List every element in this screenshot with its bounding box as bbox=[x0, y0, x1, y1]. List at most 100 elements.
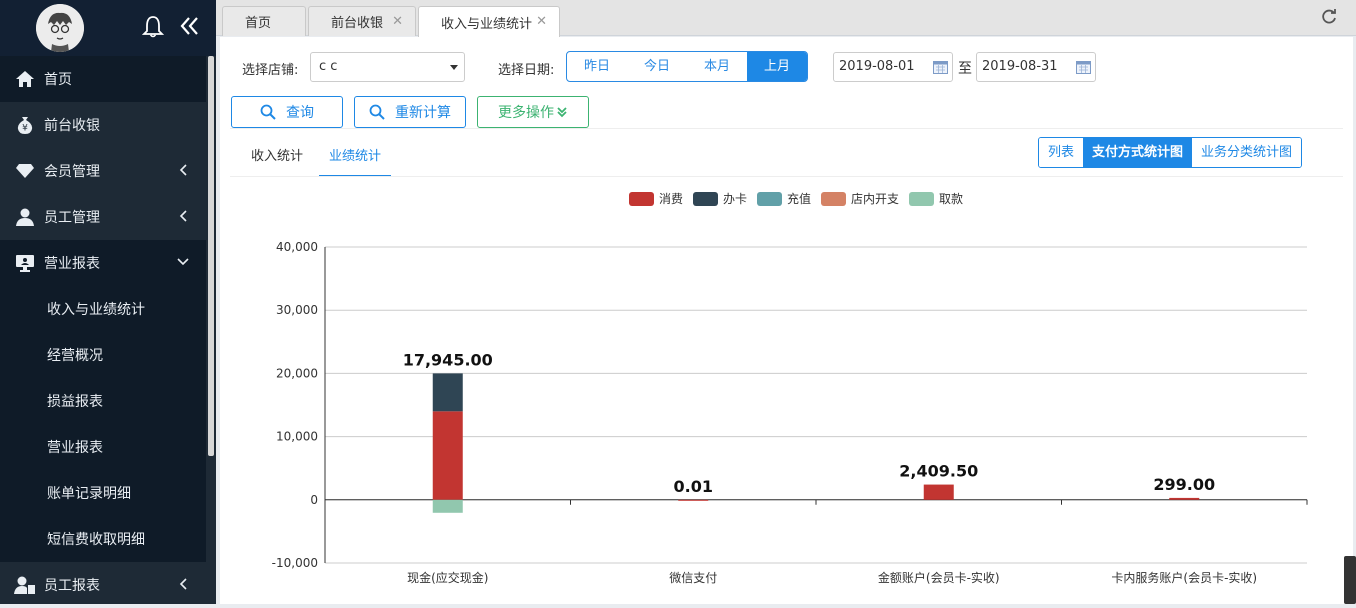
sidebar-nav: 首页 ¥ 前台收银 会员管理 员工管理 营业报表 收入与业绩统计 经营概况 损益… bbox=[0, 56, 216, 608]
refresh-icon[interactable] bbox=[1320, 8, 1338, 26]
page-scrollbar[interactable] bbox=[1344, 556, 1356, 604]
double-chevron-down-icon bbox=[557, 107, 567, 118]
chevron-left-icon bbox=[179, 578, 187, 590]
tab-home[interactable]: 首页 bbox=[222, 6, 306, 36]
calendar-icon[interactable] bbox=[933, 60, 948, 74]
to-label: 至 bbox=[958, 61, 972, 77]
sidebar-subitem-label: 经营概况 bbox=[47, 348, 103, 364]
view-payment-chart-button[interactable]: 支付方式统计图 bbox=[1083, 138, 1193, 167]
sidebar-item-label: 前台收银 bbox=[44, 118, 100, 134]
search-icon bbox=[369, 104, 385, 120]
legend-swatch bbox=[693, 192, 718, 206]
sidebar: 首页 ¥ 前台收银 会员管理 员工管理 营业报表 收入与业绩统计 经营概况 损益… bbox=[0, 0, 216, 604]
query-button[interactable]: 查询 bbox=[231, 96, 343, 128]
money-bag-icon: ¥ bbox=[14, 114, 36, 136]
bar-total-label: 2,409.50 bbox=[899, 462, 978, 481]
y-tick-label: 10,000 bbox=[276, 430, 318, 444]
tab-income[interactable]: 收入统计 bbox=[251, 147, 303, 177]
date-to-value: 2019-08-31 bbox=[982, 59, 1058, 74]
store-select-value: c c bbox=[319, 59, 338, 74]
diamond-icon bbox=[14, 160, 36, 182]
caret-down-icon bbox=[450, 65, 458, 70]
tab-label: 前台收银 bbox=[331, 16, 384, 31]
legend-label: 办卡 bbox=[723, 191, 747, 206]
collapse-icon[interactable] bbox=[178, 14, 202, 38]
user-icon bbox=[14, 206, 36, 228]
bar-total-label: 17,945.00 bbox=[403, 350, 493, 369]
sidebar-subitem-profit[interactable]: 损益报表 bbox=[0, 378, 216, 424]
sidebar-item-label: 员工报表 bbox=[44, 578, 100, 594]
bar-segment bbox=[923, 484, 954, 500]
tab-bar: 首页 前台收银 ✕ 收入与业绩统计 ✕ bbox=[216, 0, 1356, 37]
legend-swatch bbox=[757, 192, 782, 206]
sidebar-subitem-overview[interactable]: 经营概况 bbox=[0, 332, 216, 378]
x-category-label: 现金(应交现金) bbox=[407, 570, 488, 585]
sidebar-item-staff[interactable]: 员工管理 bbox=[0, 194, 216, 240]
close-icon[interactable]: ✕ bbox=[536, 14, 547, 29]
store-label: 选择店铺: bbox=[242, 63, 299, 78]
view-list-button[interactable]: 列表 bbox=[1039, 138, 1084, 167]
search-icon bbox=[260, 104, 276, 120]
tab-label: 收入与业绩统计 bbox=[441, 16, 533, 32]
legend-label: 店内开支 bbox=[851, 192, 899, 206]
sidebar-item-staff-reports[interactable]: 员工报表 bbox=[0, 562, 216, 608]
chevron-down-icon bbox=[177, 258, 189, 266]
bell-icon[interactable] bbox=[142, 14, 164, 38]
store-select[interactable]: c c bbox=[310, 52, 465, 82]
sidebar-subitem-label: 损益报表 bbox=[47, 394, 103, 410]
sidebar-subitem-business[interactable]: 营业报表 bbox=[0, 424, 216, 470]
legend-label: 取款 bbox=[939, 192, 963, 206]
tab-label: 首页 bbox=[245, 16, 272, 31]
y-tick-label: 0 bbox=[310, 493, 318, 507]
avatar[interactable] bbox=[36, 4, 84, 52]
tab-cashier[interactable]: 前台收银 ✕ bbox=[308, 6, 416, 36]
date-label: 选择日期: bbox=[498, 63, 555, 78]
sidebar-scrollbar[interactable] bbox=[206, 56, 216, 604]
home-icon bbox=[14, 68, 36, 90]
divider bbox=[230, 128, 1343, 129]
sidebar-subitem-bills[interactable]: 账单记录明细 bbox=[0, 470, 216, 516]
legend-label: 充值 bbox=[787, 191, 811, 206]
tab-income-stats[interactable]: 收入与业绩统计 ✕ bbox=[418, 6, 560, 37]
user-report-icon bbox=[14, 574, 36, 596]
y-tick-label: -10,000 bbox=[272, 556, 318, 570]
recalculate-button-label: 重新计算 bbox=[395, 105, 451, 121]
sidebar-item-reports[interactable]: 营业报表 bbox=[0, 240, 216, 286]
legend-swatch bbox=[629, 192, 654, 206]
sidebar-subitem-sms[interactable]: 短信费收取明细 bbox=[0, 516, 216, 562]
chevron-left-icon bbox=[179, 210, 187, 222]
more-actions-label: 更多操作 bbox=[498, 105, 554, 121]
tab-performance[interactable]: 业绩统计 bbox=[319, 147, 392, 177]
date-to-field[interactable]: 2019-08-31 bbox=[976, 52, 1096, 82]
legend-swatch bbox=[821, 192, 846, 206]
sidebar-item-label: 员工管理 bbox=[44, 210, 100, 226]
sidebar-subitem-label: 账单记录明细 bbox=[47, 486, 131, 502]
date-from-value: 2019-08-01 bbox=[839, 59, 915, 74]
range-this-month-button[interactable]: 本月 bbox=[687, 52, 747, 81]
calendar-icon[interactable] bbox=[1076, 60, 1091, 74]
sidebar-item-home[interactable]: 首页 bbox=[0, 56, 216, 102]
sidebar-header bbox=[0, 0, 216, 56]
sidebar-item-cashier[interactable]: ¥ 前台收银 bbox=[0, 102, 216, 148]
view-category-chart-button[interactable]: 业务分类统计图 bbox=[1192, 138, 1302, 167]
sidebar-subitem-label: 收入与业绩统计 bbox=[47, 302, 145, 318]
bar-total-label: 0.01 bbox=[674, 477, 713, 496]
main-panel: 选择店铺: c c 选择日期: 昨日 今日 本月 上月 2019-08-01 至… bbox=[220, 37, 1353, 604]
query-button-label: 查询 bbox=[286, 105, 314, 121]
bar-segment bbox=[432, 411, 463, 500]
scrollbar-thumb[interactable] bbox=[208, 56, 214, 456]
svg-text:¥: ¥ bbox=[22, 124, 28, 134]
sidebar-subitem-income[interactable]: 收入与业绩统计 bbox=[0, 286, 216, 332]
chevron-left-icon bbox=[179, 164, 187, 176]
legend-swatch bbox=[909, 192, 934, 206]
range-today-button[interactable]: 今日 bbox=[627, 52, 687, 81]
more-actions-button[interactable]: 更多操作 bbox=[477, 96, 589, 128]
range-yesterday-button[interactable]: 昨日 bbox=[567, 52, 627, 81]
sidebar-item-label: 会员管理 bbox=[44, 164, 100, 180]
legend-label: 消费 bbox=[659, 192, 683, 206]
recalculate-button[interactable]: 重新计算 bbox=[354, 96, 466, 128]
range-last-month-button[interactable]: 上月 bbox=[747, 52, 807, 81]
date-from-field[interactable]: 2019-08-01 bbox=[833, 52, 953, 82]
close-icon[interactable]: ✕ bbox=[392, 14, 403, 29]
sidebar-item-members[interactable]: 会员管理 bbox=[0, 148, 216, 194]
